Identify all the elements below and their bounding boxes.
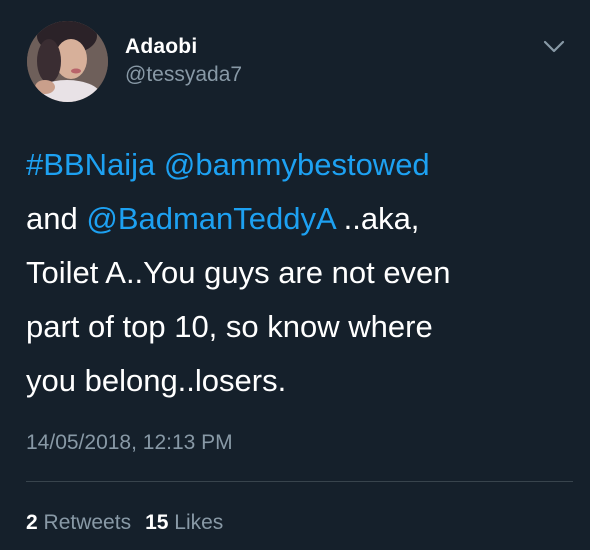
profile-photo bbox=[27, 21, 108, 102]
retweets-stat[interactable]: 2 Retweets bbox=[26, 511, 131, 534]
likes-stat[interactable]: 15 Likes bbox=[145, 511, 223, 534]
engagement-stats: 2 Retweets 15 Likes bbox=[26, 511, 223, 535]
tweet-text-aka: ..aka, bbox=[334, 201, 420, 236]
mention-link-badmanteddya[interactable]: @BadmanTeddyA bbox=[86, 201, 335, 236]
mention-link-bammybestowed[interactable]: @bammybestowed bbox=[164, 147, 430, 182]
tweet-line-1: #BBNaija @bammybestowed bbox=[26, 138, 566, 192]
author-handle[interactable]: @tessyada7 bbox=[125, 63, 242, 87]
author-name[interactable]: Adaobi bbox=[125, 35, 197, 59]
tweet-text: #BBNaija @bammybestowed and @BadmanTeddy… bbox=[26, 138, 566, 408]
tweet-text-and: and bbox=[26, 201, 78, 236]
avatar[interactable] bbox=[27, 21, 108, 102]
tweet-line-4: part of top 10, so know where bbox=[26, 309, 433, 344]
tweet-card: Adaobi @tessyada7 #BBNaija @bammybestowe… bbox=[0, 0, 590, 550]
tweet-line-3: Toilet A..You guys are not even bbox=[26, 255, 451, 290]
tweet-timestamp[interactable]: 14/05/2018, 12:13 PM bbox=[26, 431, 233, 455]
chevron-down-icon[interactable] bbox=[541, 35, 567, 57]
retweets-count: 2 bbox=[26, 511, 38, 534]
tweet-line-5: you belong..losers. bbox=[26, 363, 287, 398]
likes-count: 15 bbox=[145, 511, 169, 534]
likes-label: Likes bbox=[174, 511, 224, 534]
tweet-line-2: and @BadmanTeddyA ..aka, bbox=[26, 192, 566, 246]
divider bbox=[26, 481, 573, 482]
hashtag-link[interactable]: #BBNaija bbox=[26, 147, 155, 182]
retweets-label: Retweets bbox=[43, 511, 132, 534]
